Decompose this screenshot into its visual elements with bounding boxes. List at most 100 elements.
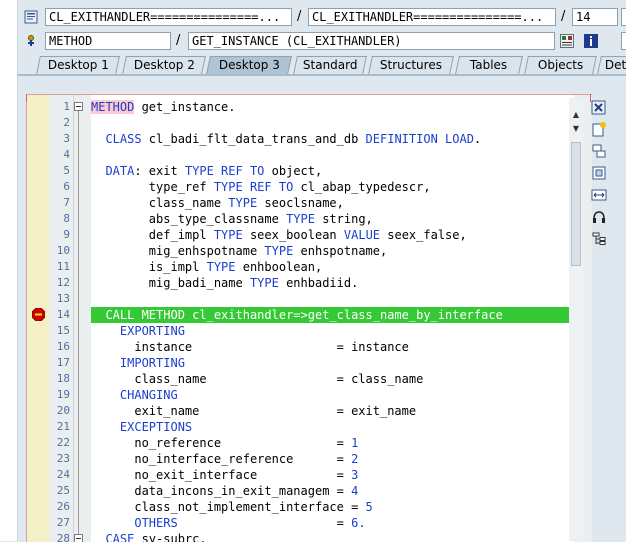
line-number: 4: [63, 148, 70, 161]
resize-icon[interactable]: [591, 187, 607, 203]
tab-details[interactable]: Deta: [597, 56, 626, 74]
code-line[interactable]: mig_enhspotname TYPE enhspotname,: [91, 243, 574, 259]
line-number: 16: [56, 340, 70, 353]
code-line[interactable]: OTHERS = 6.: [91, 515, 574, 531]
code-line[interactable]: no_exit_interface = 3: [91, 467, 574, 483]
line-number: 12: [56, 276, 70, 289]
line-number: 8: [63, 212, 70, 225]
code-line[interactable]: CHANGING: [91, 387, 574, 403]
line-number-gutter: 1 2 3 4 5 6 7 8 9 10 11 12 13 14 15 16 17 18 19 20 21 22 23 24 2…: [49, 95, 74, 542]
line-number: 22: [56, 436, 70, 449]
method-name-field[interactable]: GET_INSTANCE (CL_EXITHANDLER): [188, 32, 555, 50]
code-line[interactable]: class_not_implement_interface = 5: [91, 499, 574, 515]
line-number: 14: [56, 308, 70, 321]
line-number: 3: [63, 132, 70, 145]
editor-corner-mark: [26, 94, 27, 102]
editor-icon: [24, 10, 38, 24]
line-number: 19: [56, 388, 70, 401]
code-line[interactable]: abs_type_classname TYPE string,: [91, 211, 574, 227]
line-number: 21: [56, 420, 70, 433]
line-number: 10: [56, 244, 70, 257]
extra-field[interactable]: [621, 32, 626, 50]
code-line[interactable]: class_name TYPE seoclsname,: [91, 195, 574, 211]
path-separator: /: [176, 33, 181, 48]
tab-desktop-3[interactable]: Desktop 3: [206, 56, 292, 74]
line-number: 17: [56, 356, 70, 369]
line-number: 25: [56, 484, 70, 497]
line-number: 27: [56, 516, 70, 529]
info-icon[interactable]: [584, 34, 598, 48]
path-separator: /: [297, 9, 302, 24]
fold-toggle-icon[interactable]: [74, 102, 83, 111]
line-number: 23: [56, 452, 70, 465]
path-separator: /: [561, 9, 566, 24]
code-line[interactable]: def_impl TYPE seex_boolean VALUE seex_fa…: [91, 227, 574, 243]
tree-icon[interactable]: [591, 231, 607, 247]
code-line[interactable]: instance = instance: [91, 339, 574, 355]
code-line[interactable]: CASE sy-subrc.: [91, 531, 574, 542]
breakpoint-icon[interactable]: [32, 308, 45, 321]
line-number: 28: [56, 532, 70, 542]
code-line[interactable]: class_name = class_name: [91, 371, 574, 387]
scroll-thumb[interactable]: [571, 142, 581, 266]
vertical-scrollbar[interactable]: ▲ ▼: [569, 98, 583, 541]
scroll-down-icon[interactable]: ▼: [571, 124, 581, 134]
method-row: METHOD / GET_INSTANCE (CL_EXITHANDLER): [17, 31, 626, 53]
line-number: 20: [56, 404, 70, 417]
code-line[interactable]: METHOD get_instance.: [91, 99, 574, 115]
tab-structures[interactable]: Structures: [368, 56, 454, 74]
code-line[interactable]: data_incons_in_exit_managem = 4: [91, 483, 574, 499]
code-line[interactable]: no_interface_reference = 2: [91, 451, 574, 467]
line-number: 15: [56, 324, 70, 337]
code-line[interactable]: [91, 291, 574, 307]
expand-icon[interactable]: [591, 165, 607, 181]
line-number: 18: [56, 372, 70, 385]
line-number: 7: [63, 196, 70, 209]
code-line[interactable]: CALL METHOD cl_exithandler=>get_class_na…: [91, 307, 574, 323]
line-number: 2: [63, 116, 70, 129]
tab-standard[interactable]: Standard: [293, 56, 367, 74]
code-line[interactable]: no_reference = 1: [91, 435, 574, 451]
tab-objects[interactable]: Objects: [524, 56, 597, 74]
split-icon[interactable]: [591, 143, 607, 159]
line-number: 24: [56, 468, 70, 481]
code-line[interactable]: mig_badi_name TYPE enhbadiid.: [91, 275, 574, 291]
line-number: 11: [56, 260, 70, 273]
class-name-field-1[interactable]: CL_EXITHANDLER===============...: [45, 8, 292, 26]
line-number-field[interactable]: 14: [572, 8, 618, 26]
line-number: 13: [56, 292, 70, 305]
tab-desktop-1[interactable]: Desktop 1: [36, 56, 120, 74]
close-icon[interactable]: [591, 100, 607, 116]
desktop-tabs: Desktop 1 Desktop 2 Desktop 3 Standard S…: [17, 56, 626, 75]
tab-underline: [17, 74, 626, 76]
line-number: 1: [63, 100, 70, 113]
fold-guide: [78, 107, 79, 542]
line-number: 9: [63, 228, 70, 241]
headset-icon[interactable]: [591, 209, 607, 225]
code-line[interactable]: is_impl TYPE enhboolean,: [91, 259, 574, 275]
code-line[interactable]: IMPORTING: [91, 355, 574, 371]
code-editor[interactable]: 1 2 3 4 5 6 7 8 9 10 11 12 13 14 15 16 17 18 19 20 21 22 23 24 2…: [26, 94, 592, 542]
code-line[interactable]: [91, 115, 574, 131]
code-line[interactable]: DATA: exit TYPE REF TO object,: [91, 163, 574, 179]
display-object-icon[interactable]: [560, 34, 574, 48]
code-area[interactable]: METHOD get_instance. CLASS cl_badi_flt_d…: [91, 95, 574, 542]
left-strip: [0, 0, 18, 541]
new-doc-icon[interactable]: [591, 121, 607, 137]
object-path-row: CL_EXITHANDLER===============... / CL_EX…: [17, 7, 626, 29]
class-name-field-2[interactable]: CL_EXITHANDLER===============...: [308, 8, 556, 26]
object-type-field[interactable]: METHOD: [45, 32, 171, 50]
code-line[interactable]: CLASS cl_badi_flt_data_trans_and_db DEFI…: [91, 131, 574, 147]
tab-desktop-2[interactable]: Desktop 2: [122, 56, 206, 74]
code-line[interactable]: type_ref TYPE REF TO cl_abap_typedescr,: [91, 179, 574, 195]
code-line[interactable]: EXPORTING: [91, 323, 574, 339]
tab-tables[interactable]: Tables: [455, 56, 523, 74]
code-line[interactable]: EXCEPTIONS: [91, 419, 574, 435]
line-number: 26: [56, 500, 70, 513]
code-line[interactable]: [91, 147, 574, 163]
extra-field[interactable]: [621, 8, 626, 26]
scroll-up-icon[interactable]: ▲: [571, 110, 581, 120]
line-number: 6: [63, 180, 70, 193]
code-line[interactable]: exit_name = exit_name: [91, 403, 574, 419]
method-icon: [28, 35, 34, 46]
